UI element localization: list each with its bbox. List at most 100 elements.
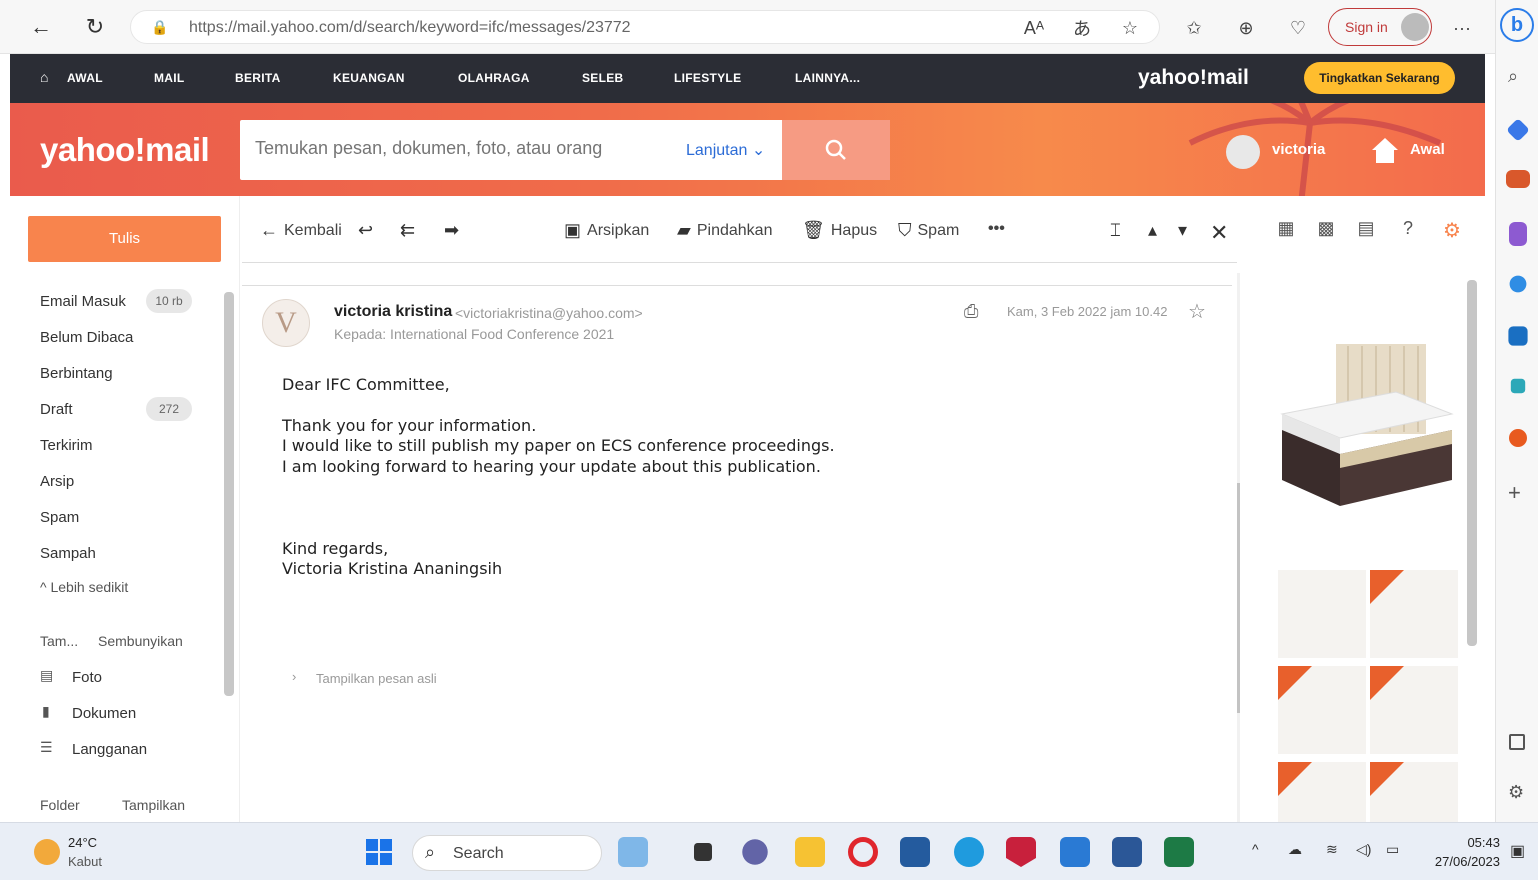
view-subscriptions[interactable]: Langganan [72,741,147,758]
search-input[interactable] [255,138,675,159]
signin-button[interactable]: Sign in [1328,8,1432,46]
weather-icon[interactable] [34,839,60,865]
folder-inbox[interactable]: Email Masuk [40,293,126,310]
address-bar[interactable]: 🔒 https://mail.yahoo.com/d/search/keywor… [130,10,1160,44]
edge-icon[interactable] [954,837,984,867]
wifi-icon[interactable]: ≋ [1326,841,1338,858]
nav-keuangan[interactable]: KEUANGAN [333,71,405,85]
show-original-link[interactable]: Tampilkan pesan asli [316,671,437,686]
translate-icon[interactable]: あ [1068,14,1096,42]
file-explorer-icon[interactable] [694,843,712,861]
l-app-icon[interactable] [1060,837,1090,867]
read-aloud-icon[interactable]: Aᴬ [1020,14,1048,42]
folder-drafts[interactable]: Draft [40,401,73,418]
excel-icon[interactable] [1164,837,1194,867]
move-button[interactable]: ▰ Pindahkan [677,220,772,241]
start-windows-icon[interactable] [366,839,392,865]
back-button[interactable]: ← Kembali [260,220,342,241]
folder-starred[interactable]: Berbintang [40,365,113,382]
archive-button[interactable]: ▣ Arsipkan [564,220,649,241]
clock-time[interactable]: 05:43 [1460,835,1500,850]
bing-chat-icon[interactable]: b [1500,8,1534,42]
user-avatar[interactable] [1226,135,1260,169]
weather-temperature[interactable]: 24°C [68,835,97,850]
ad-tile[interactable] [1370,762,1458,822]
folder-trash[interactable]: Sampah [40,545,96,562]
nav-seleb[interactable]: SELEB [582,71,624,85]
sender-avatar[interactable]: V [262,299,310,347]
nav-lifestyle[interactable]: LIFESTYLE [674,71,741,85]
calendar-icon[interactable]: ▩ [1314,218,1338,242]
chat-icon[interactable] [742,839,768,865]
nav-lainnya[interactable]: LAINNYA... [795,71,860,85]
sidebar-toggle-icon[interactable] [1509,734,1525,750]
drop-icon[interactable] [1509,429,1527,447]
home-icon[interactable] [1370,135,1400,165]
nav-berita[interactable]: BERITA [235,71,281,85]
compose-button[interactable]: Tulis [28,216,221,262]
battery-icon[interactable]: ▭ [1386,841,1399,858]
reply-button[interactable]: ↩ [358,220,373,241]
store-icon[interactable] [900,837,930,867]
opera-icon[interactable] [848,837,878,867]
home-icon[interactable]: ⌂ [40,69,48,85]
close-button[interactable]: ✕ [1210,220,1228,246]
shopping-tag-icon[interactable] [1506,118,1530,142]
shopping-cart-icon[interactable] [1510,378,1526,394]
games-icon[interactable] [1509,222,1527,246]
favorite-star-icon[interactable]: ☆ [1116,14,1144,42]
settings-gear-icon[interactable]: ⚙ [1440,218,1464,242]
lock-icon[interactable]: 🔒 [151,19,168,36]
sender-name[interactable]: victoria kristina [334,303,452,321]
help-icon[interactable]: ? [1396,218,1420,242]
add-icon[interactable]: + [1508,480,1521,506]
home-link[interactable]: Awal [1410,141,1445,158]
office-icon[interactable] [1509,275,1527,293]
tools-icon[interactable] [1506,170,1530,188]
right-panel-scrollbar[interactable] [1467,280,1477,646]
settings-gear-icon[interactable]: ⚙ [1508,782,1524,803]
ad-banner[interactable] [1276,284,1456,560]
ad-tile[interactable] [1278,666,1366,754]
search-advanced-dropdown[interactable]: Lanjutan ⌄ [686,140,765,160]
reply-all-button[interactable]: ⇇ [400,220,415,241]
notepad-icon[interactable]: ▤ [1354,218,1378,242]
star-icon[interactable]: ☆ [1188,299,1206,324]
outlook-icon[interactable] [1508,326,1528,346]
yahoo-mail-logo[interactable]: yahoo!mail [40,131,210,169]
volume-icon[interactable]: ◁) [1356,841,1371,858]
next-message-button[interactable]: ▾ [1178,220,1187,241]
hide-views-link[interactable]: Sembunyikan [98,633,183,649]
back-arrow-icon[interactable]: ← [26,12,56,42]
forward-button[interactable]: ➡ [444,220,459,241]
user-name[interactable]: victoria [1272,141,1325,158]
notification-icon[interactable]: ▣ [1510,841,1525,861]
nav-olahraga[interactable]: OLAHRAGA [458,71,530,85]
favorites-icon[interactable]: ✩ [1180,14,1208,42]
folder-spam[interactable]: Spam [40,509,79,526]
expand-collapse-button[interactable]: ⌶ [1110,220,1121,241]
search-button[interactable] [782,120,890,180]
folder-sent[interactable]: Terkirim [40,437,93,454]
taskbar-search[interactable]: ⌕ Search [412,835,602,871]
word-icon[interactable] [1112,837,1142,867]
collections-icon[interactable]: ⊕ [1232,14,1260,42]
browser-essentials-icon[interactable]: ♡ [1284,14,1312,42]
contacts-icon[interactable]: ▦ [1274,218,1298,242]
ad-tile[interactable] [1278,570,1366,658]
ad-tile[interactable] [1278,762,1366,822]
print-icon[interactable]: ⎙ [964,301,978,322]
sidebar-scrollbar[interactable] [224,292,234,696]
show-folders-link[interactable]: Tampilkan [122,797,185,813]
previous-message-button[interactable]: ▴ [1148,220,1157,241]
clock-date[interactable]: 27/06/2023 [1420,854,1500,869]
upgrade-button[interactable]: Tingkatkan Sekarang [1304,62,1455,94]
network-icon[interactable]: ☁ [1288,841,1302,858]
view-photos[interactable]: Foto [72,669,102,686]
refresh-icon[interactable]: ↻ [80,12,110,42]
folder-icon[interactable] [795,837,825,867]
folder-archive[interactable]: Arsip [40,473,74,490]
mcafee-icon[interactable] [1006,837,1036,867]
ad-tile[interactable] [1370,570,1458,658]
delete-button[interactable]: 🗑 Hapus [802,220,877,241]
